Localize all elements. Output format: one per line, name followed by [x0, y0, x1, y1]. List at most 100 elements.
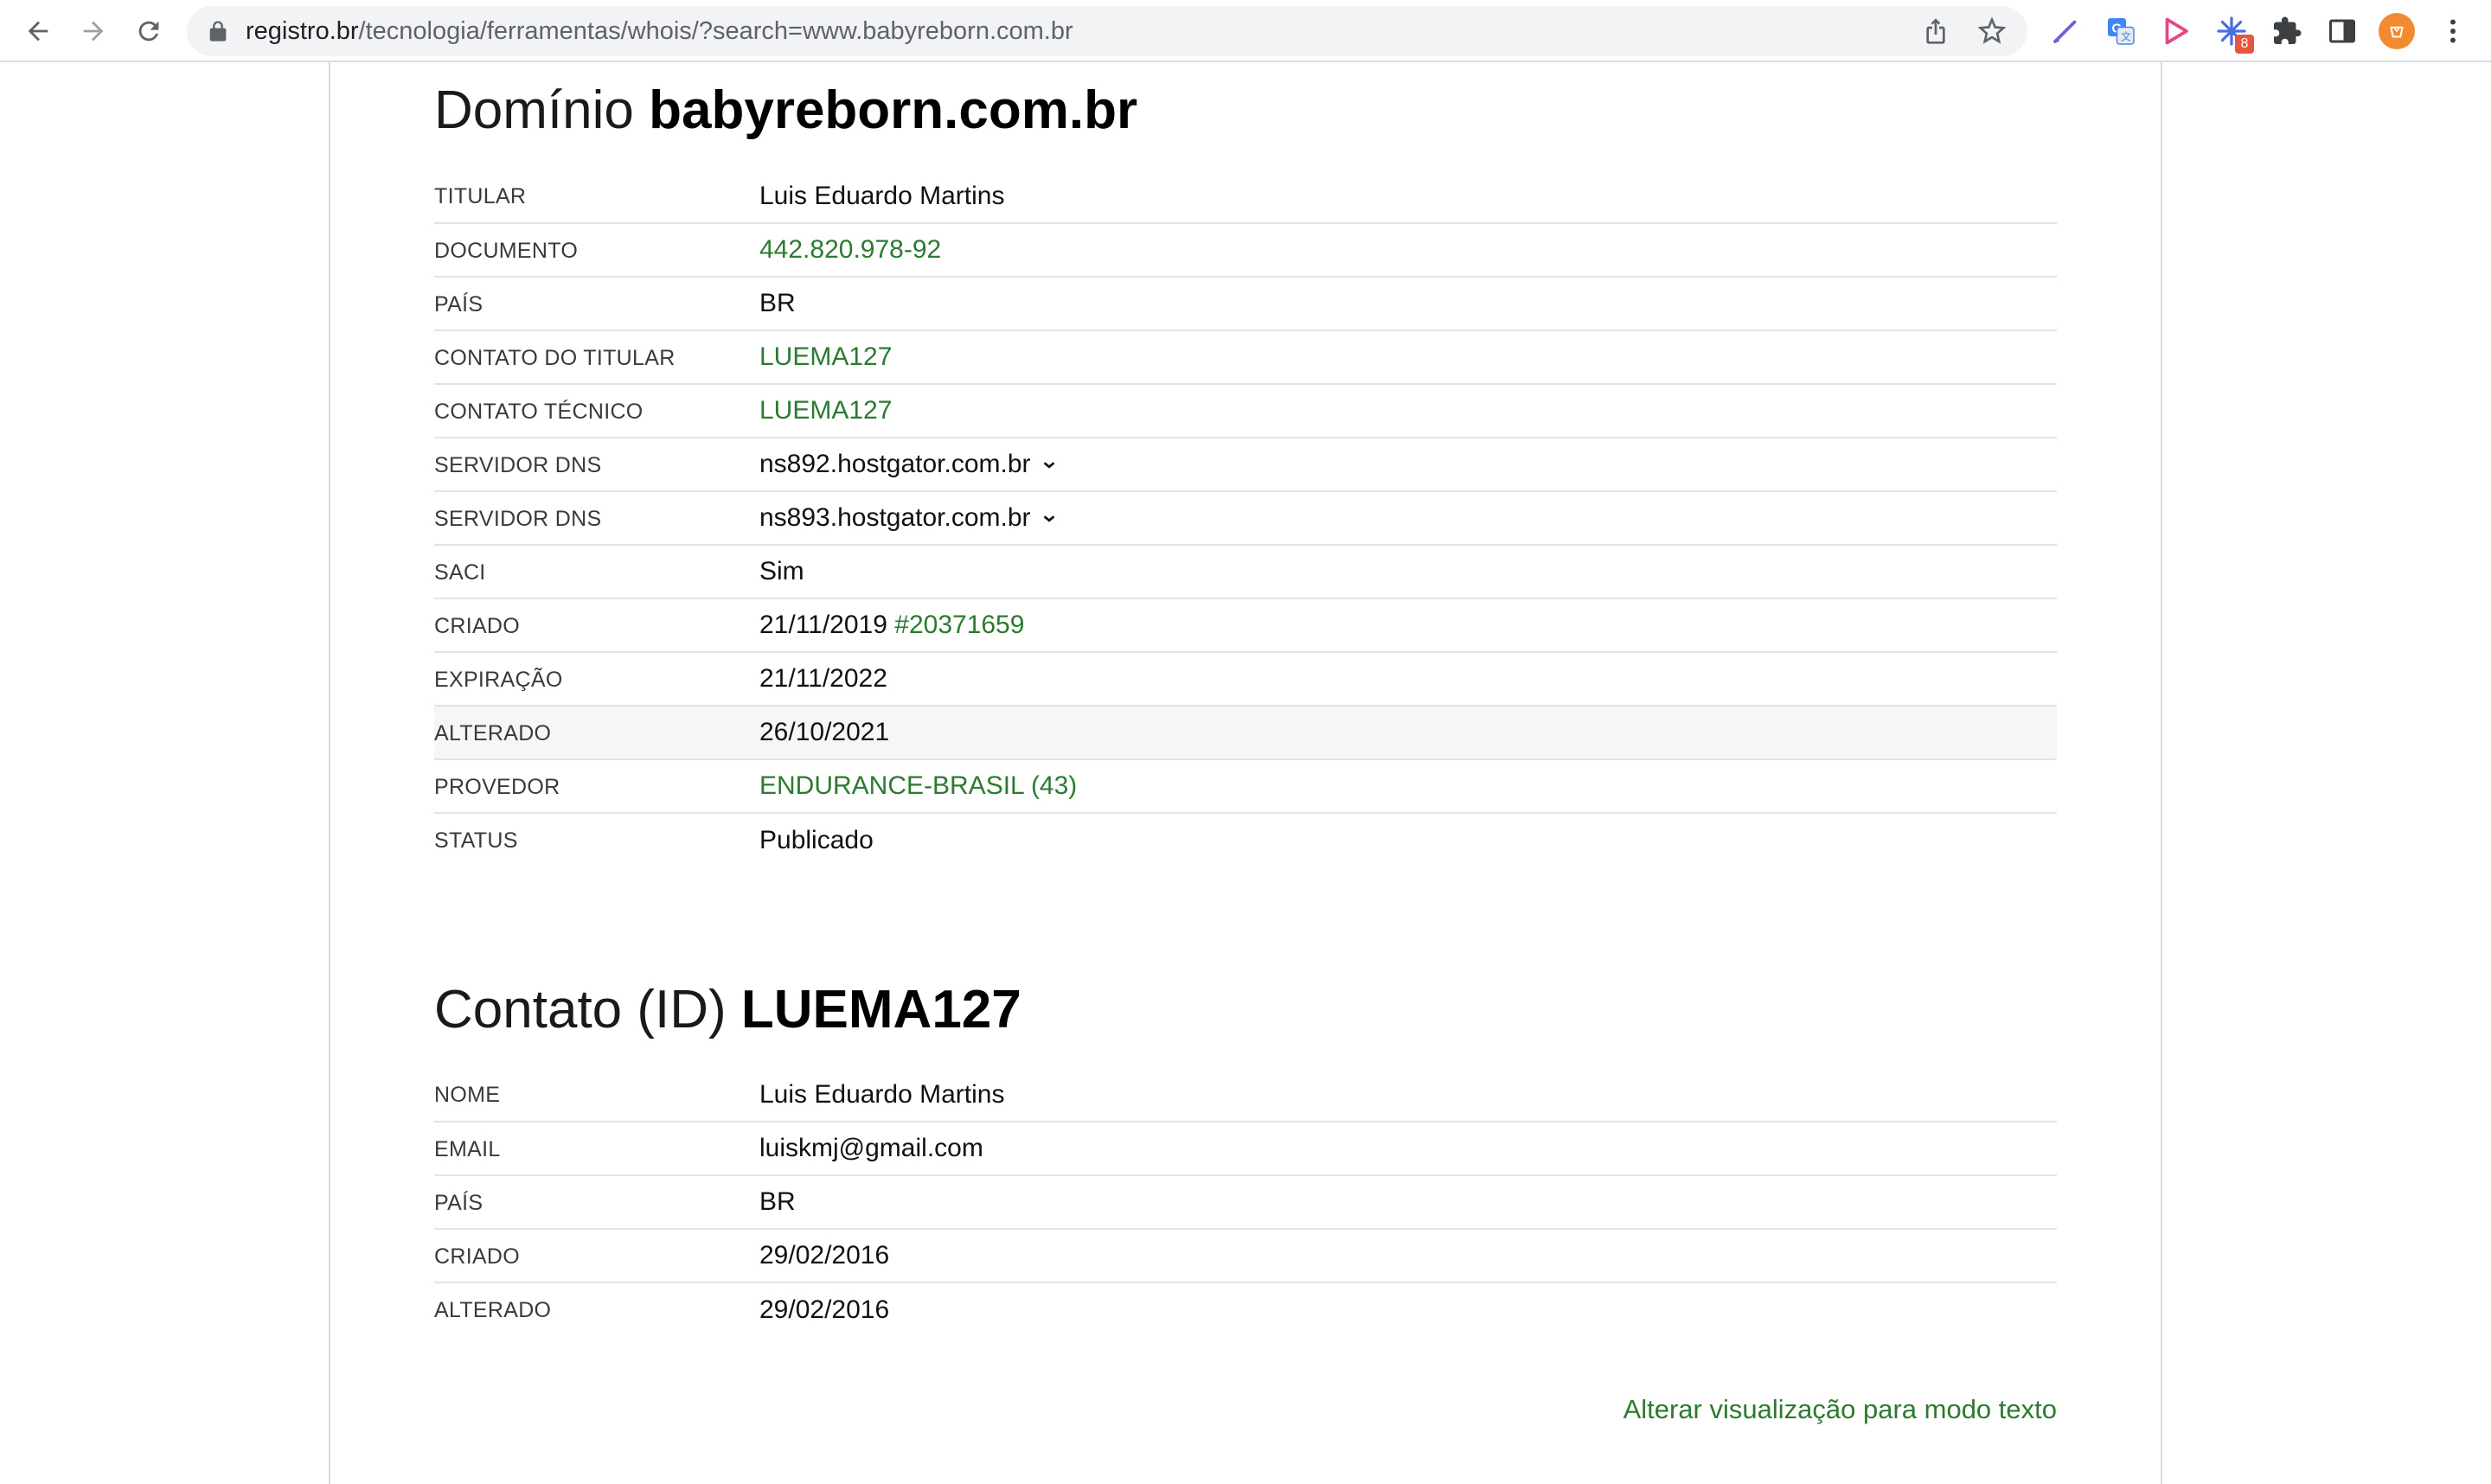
row-label: ALTERADO — [434, 720, 552, 745]
status-value: Publicado — [759, 825, 874, 854]
back-button[interactable] — [17, 10, 59, 52]
contact-title-value: LUEMA127 — [740, 980, 1021, 1039]
share-icon — [1926, 18, 1945, 44]
table-row: SACI Sim — [434, 545, 2057, 598]
table-row: DOCUMENTO 442.820.978-92 — [434, 223, 2057, 277]
criado-date: 21/11/2019 — [759, 611, 887, 639]
more-vert-icon — [2450, 19, 2456, 43]
reload-icon — [138, 21, 159, 42]
table-row: EMAIL luiskmj@gmail.com — [434, 1122, 2057, 1175]
row-label: DOCUMENTO — [434, 238, 579, 263]
expiracao-value: 21/11/2022 — [759, 664, 887, 693]
forward-button[interactable] — [73, 10, 114, 52]
extension-badge: 8 — [2235, 35, 2254, 54]
dns-server-2[interactable]: ns893.hostgator.com.br — [759, 491, 2057, 545]
table-row: CONTATO DO TITULAR LUEMA127 — [434, 330, 2057, 384]
translate-icon: G文 — [2108, 18, 2135, 45]
url-text[interactable]: registro.br/tecnologia/ferramentas/whois… — [246, 17, 1073, 45]
row-label: PAÍS — [434, 291, 483, 317]
url-host: registro.br — [246, 17, 359, 45]
bookmark-button[interactable] — [1976, 15, 2008, 48]
svg-text:文: 文 — [2121, 30, 2131, 43]
pen-icon — [2053, 20, 2077, 43]
row-label: CONTATO TÉCNICO — [434, 399, 644, 424]
titular-value: Luis Eduardo Martins — [759, 181, 1005, 210]
table-row: SERVIDOR DNS ns892.hostgator.com.br — [434, 438, 2057, 491]
browser-menu-button[interactable] — [2434, 12, 2472, 50]
table-row: CRIADO 29/02/2016 — [434, 1229, 2057, 1283]
row-label: SACI — [434, 560, 486, 585]
table-row: PAÍS BR — [434, 1175, 2057, 1229]
puzzle-icon — [2274, 16, 2302, 44]
forward-arrow-icon — [83, 21, 104, 42]
chevron-down-icon[interactable] — [1040, 509, 1059, 528]
domain-info-table: TITULAR Luis Eduardo Martins DOCUMENTO 4… — [434, 170, 2057, 867]
side-panel-icon — [2329, 19, 2355, 43]
extensions-button[interactable] — [2268, 12, 2306, 50]
dns-server-1-text: ns892.hostgator.com.br — [759, 450, 1031, 478]
extension-pen[interactable] — [2046, 12, 2084, 50]
table-row: NOME Luis Eduardo Martins — [434, 1068, 2057, 1122]
dns-server-2-text: ns893.hostgator.com.br — [759, 503, 1031, 532]
row-label: EXPIRAÇÃO — [434, 667, 563, 692]
table-row: PROVEDOR ENDURANCE-BRASIL (43) — [434, 759, 2057, 813]
row-label: CONTATO DO TITULAR — [434, 345, 676, 370]
domain-table-wrap: TITULAR Luis Eduardo Martins DOCUMENTO 4… — [434, 170, 2057, 867]
domain-title-value: babyreborn.com.br — [649, 80, 1138, 140]
side-panel-button[interactable] — [2323, 12, 2361, 50]
contact-section: Contato (ID) LUEMA127 — [434, 975, 2057, 1045]
profile-icon — [2390, 26, 2404, 38]
nome-value: Luis Eduardo Martins — [759, 1079, 1005, 1109]
alterado-value: 26/10/2021 — [759, 718, 890, 746]
address-bar[interactable]: registro.br/tecnologia/ferramentas/whois… — [187, 6, 2027, 56]
row-label: EMAIL — [434, 1136, 501, 1161]
contact-title-prefix: Contato (ID) — [434, 980, 727, 1039]
contato-tecnico-link[interactable]: LUEMA127 — [759, 396, 892, 425]
contato-titular-link[interactable]: LUEMA127 — [759, 342, 892, 371]
extension-translate[interactable]: G文 — [2102, 12, 2140, 50]
share-button[interactable] — [1919, 15, 1952, 48]
contact-title: Contato (ID) LUEMA127 — [434, 975, 2057, 1045]
domain-title-prefix: Domínio — [434, 80, 634, 140]
contact-alterado-value: 29/02/2016 — [759, 1295, 890, 1324]
extension-burst[interactable]: 8 — [2212, 12, 2254, 54]
domain-title: Domínio babyreborn.com.br — [434, 76, 2057, 145]
table-row: STATUS Publicado — [434, 813, 2057, 867]
table-row: TITULAR Luis Eduardo Martins — [434, 170, 2057, 223]
domain-section: Domínio babyreborn.com.br — [434, 76, 2057, 145]
row-label: SERVIDOR DNS — [434, 452, 602, 477]
contact-pais-value: BR — [759, 1187, 796, 1216]
table-row: EXPIRAÇÃO 21/11/2022 — [434, 652, 2057, 706]
email-value: luiskmj@gmail.com — [759, 1134, 983, 1162]
url-path: /tecnologia/ferramentas/whois/?search=ww… — [358, 17, 1073, 45]
chevron-down-icon[interactable] — [1040, 456, 1059, 475]
footer-area: Alterar visualização para modo texto — [434, 1394, 2057, 1432]
saci-value: Sim — [759, 557, 804, 585]
row-label: TITULAR — [434, 184, 527, 208]
contact-criado-value: 29/02/2016 — [759, 1241, 890, 1270]
table-row: SERVIDOR DNS ns893.hostgator.com.br — [434, 491, 2057, 545]
reload-button[interactable] — [128, 10, 170, 52]
row-label: PAÍS — [434, 1190, 483, 1215]
profile-avatar[interactable] — [2379, 13, 2415, 49]
documento-link[interactable]: 442.820.978-92 — [759, 235, 941, 264]
back-arrow-icon — [28, 21, 48, 42]
provedor-link[interactable]: ENDURANCE-BRASIL (43) — [759, 771, 1077, 800]
contact-info-table: NOME Luis Eduardo Martins EMAIL luiskmj@… — [434, 1068, 2057, 1336]
extension-play[interactable] — [2157, 12, 2195, 50]
lock-icon[interactable] — [206, 19, 230, 43]
table-row: CRIADO 21/11/2019 #20371659 — [434, 598, 2057, 652]
row-label: PROVEDOR — [434, 774, 560, 799]
ticket-link[interactable]: #20371659 — [894, 611, 1024, 639]
table-row: CONTATO TÉCNICO LUEMA127 — [434, 384, 2057, 438]
table-row: PAÍS BR — [434, 277, 2057, 330]
row-label: CRIADO — [434, 613, 521, 638]
row-label: CRIADO — [434, 1244, 521, 1269]
text-mode-link[interactable]: Alterar visualização para modo texto — [1623, 1394, 2057, 1425]
table-row-highlighted: ALTERADO 26/10/2021 — [434, 706, 2057, 759]
browser-toolbar: registro.br/tecnologia/ferramentas/whois… — [0, 0, 2491, 62]
row-label: STATUS — [434, 828, 518, 853]
dns-server-1[interactable]: ns892.hostgator.com.br — [759, 438, 2057, 491]
row-label: NOME — [434, 1083, 501, 1107]
contact-table-wrap: NOME Luis Eduardo Martins EMAIL luiskmj@… — [434, 1068, 2057, 1336]
